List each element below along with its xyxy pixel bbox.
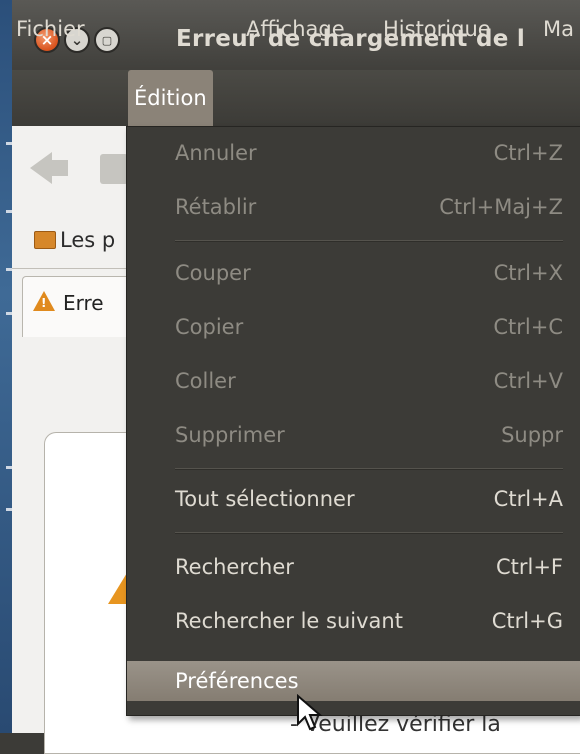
- menu-fichier[interactable]: Fichier: [16, 12, 85, 46]
- menu-edition[interactable]: Édition: [128, 70, 213, 126]
- tab-label: Erre: [63, 291, 104, 315]
- back-arrow-icon[interactable]: [30, 152, 52, 184]
- menu-item-coller[interactable]: Coller Ctrl+V: [127, 361, 580, 401]
- bookmark-label: Les p: [60, 228, 116, 252]
- maximize-window-button[interactable]: ▢: [94, 27, 120, 53]
- menu-separator: [175, 240, 563, 242]
- menu-item-annuler[interactable]: Annuler Ctrl+Z: [127, 133, 580, 173]
- edition-dropdown-menu: Annuler Ctrl+Z Rétablir Ctrl+Maj+Z Couper C…: [126, 126, 580, 716]
- maximize-icon: ▢: [101, 33, 113, 47]
- menu-item-rechercher-suivant[interactable]: Rechercher le suivant Ctrl+G: [127, 601, 580, 641]
- menu-item-couper[interactable]: Couper Ctrl+X: [127, 253, 580, 293]
- menu-item-rechercher[interactable]: Rechercher Ctrl+F: [127, 547, 580, 587]
- menu-item-copier[interactable]: Copier Ctrl+C: [127, 307, 580, 347]
- menu-item-preferences[interactable]: Préférences: [127, 661, 580, 701]
- folder-icon: [34, 231, 56, 249]
- menu-separator: [175, 532, 563, 534]
- menu-item-supprimer[interactable]: Supprimer Suppr: [127, 415, 580, 455]
- menubar: [12, 70, 580, 126]
- menu-marque-pages[interactable]: Ma: [543, 12, 574, 46]
- menu-separator: [175, 468, 563, 470]
- back-arrow-stem: [50, 160, 68, 176]
- menu-historique[interactable]: Historique: [383, 12, 491, 46]
- mouse-pointer-icon: [297, 694, 323, 731]
- background-window-edge: [0, 0, 12, 733]
- forward-button[interactable]: [100, 154, 128, 184]
- menu-affichage[interactable]: Affichage: [246, 12, 345, 46]
- bookmark-item[interactable]: Les p: [34, 228, 115, 252]
- warning-icon: !: [33, 291, 55, 311]
- menu-item-retablir[interactable]: Rétablir Ctrl+Maj+Z: [127, 187, 580, 227]
- menu-item-tout-selectionner[interactable]: Tout sélectionner Ctrl+A: [127, 479, 580, 519]
